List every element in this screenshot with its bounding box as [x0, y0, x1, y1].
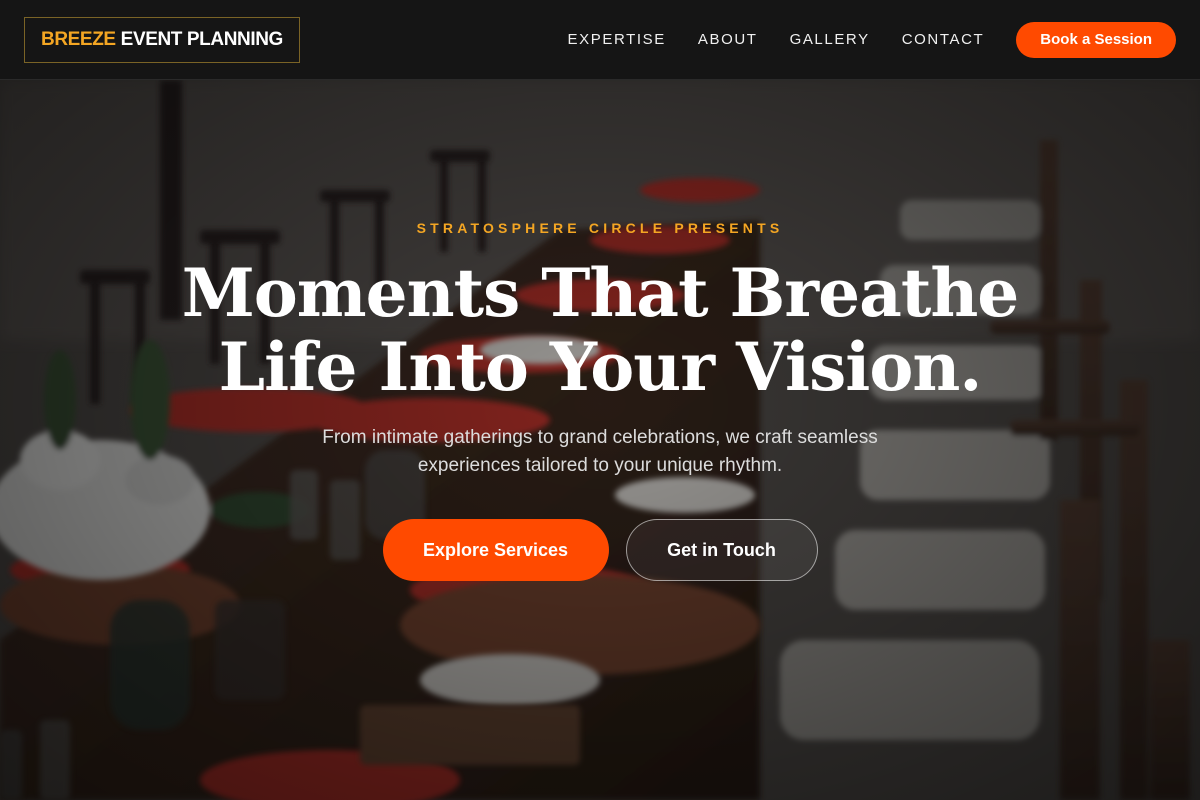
nav-link-contact[interactable]: CONTACT — [902, 31, 985, 48]
get-in-touch-button[interactable]: Get in Touch — [625, 519, 818, 581]
nav-link-expertise[interactable]: EXPERTISE — [568, 31, 666, 48]
main-nav: EXPERTISE ABOUT GALLERY CONTACT Book a S… — [568, 21, 1176, 58]
site-header: BREEZE EVENT PLANNING EXPERTISE ABOUT GA… — [0, 0, 1200, 80]
hero-subhead: From intimate gatherings to grand celebr… — [322, 427, 878, 476]
brand-logo-text: EVENT PLANNING — [120, 28, 284, 50]
explore-services-button[interactable]: Explore Services — [382, 519, 609, 581]
brand-logo[interactable]: BREEZE EVENT PLANNING — [24, 16, 300, 63]
hero-button-row: Explore Services Get in Touch — [0, 519, 1200, 581]
hero-headline: Moments That Breathe Life Into Your Visi… — [100, 256, 1100, 404]
hero-headline-line-2: Life Into Your Vision. — [218, 328, 983, 406]
nav-link-about[interactable]: ABOUT — [698, 31, 758, 48]
brand-logo-accent: BREEZE — [41, 28, 116, 50]
hero-eyebrow: STRATOSPHERE CIRCLE PRESENTS — [416, 220, 784, 236]
nav-link-gallery[interactable]: GALLERY — [790, 31, 870, 48]
hero-headline-line-1: Moments That Breathe — [181, 254, 1020, 332]
hero-content: STRATOSPHERE CIRCLE PRESENTS Moments Tha… — [0, 80, 1200, 800]
book-session-button[interactable]: Book a Session — [1016, 21, 1176, 58]
